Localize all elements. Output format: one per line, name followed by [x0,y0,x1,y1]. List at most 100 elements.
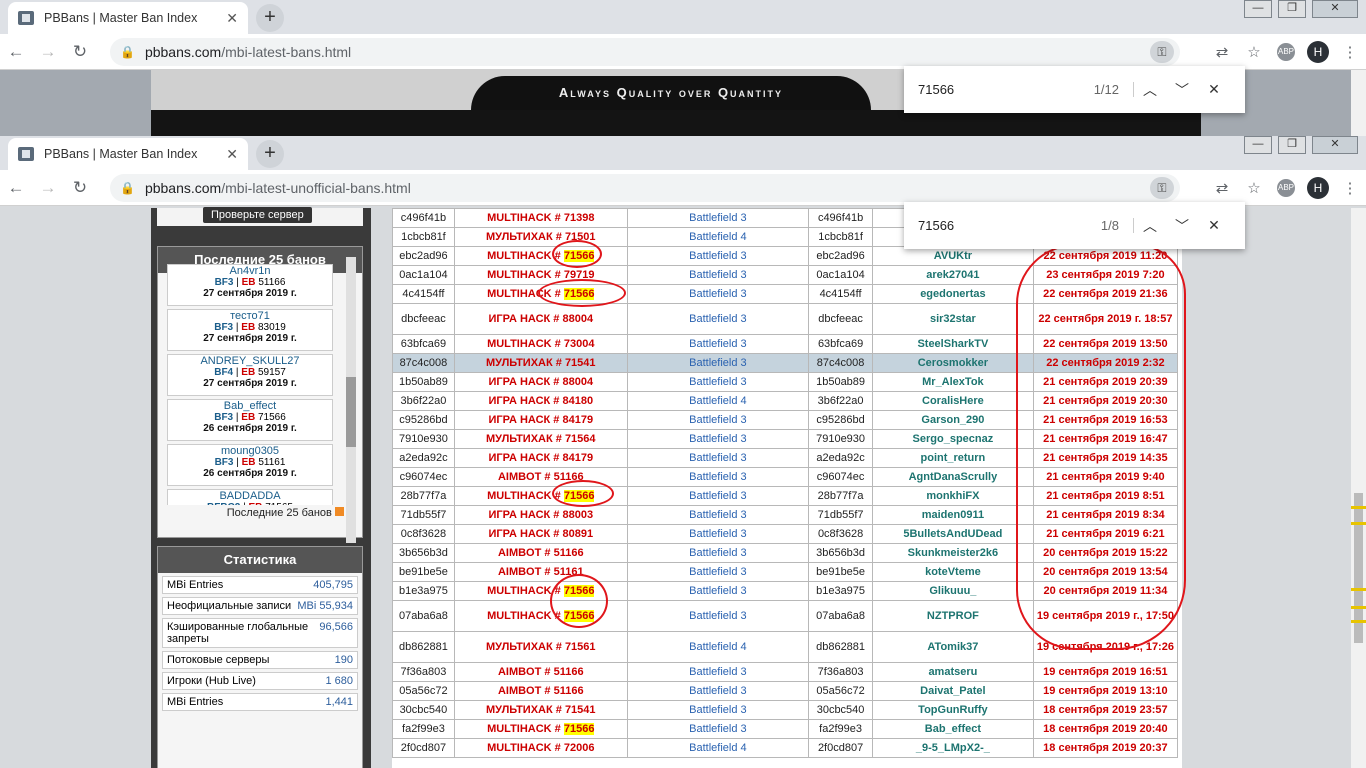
game-cell[interactable]: Battlefield 3 [626,467,810,487]
game-cell[interactable]: Battlefield 3 [626,410,810,430]
find-input[interactable]: 71566 [918,218,1088,233]
player-cell[interactable]: NZTPROF [871,600,1034,632]
game-cell[interactable]: Battlefield 3 [626,429,810,449]
bookmark-star-icon[interactable]: ☆ [1238,43,1270,61]
translate-icon[interactable]: ⇄ [1206,43,1238,61]
game-cell[interactable]: Battlefield 3 [626,662,810,682]
reason-cell[interactable]: ИГРА НАСК # 88004 [453,372,628,392]
find-prev-icon[interactable]: ︿ [1134,216,1166,236]
reload-icon[interactable]: ↻ [64,178,96,198]
find-next-icon[interactable]: ﹀ [1166,80,1198,100]
game-cell[interactable]: Battlefield 4 [626,391,810,411]
reason-cell[interactable]: MULTIHACK # 71566 [453,719,628,739]
recent-bans-link[interactable]: Последние 25 банов [227,507,332,519]
game-cell[interactable]: Battlefield 3 [626,303,810,335]
reason-cell[interactable]: ИГРА НАСК # 88004 [453,303,628,335]
player-cell[interactable]: _9-5_LMpX2-_ [871,738,1034,758]
ban-player-name[interactable]: An4vr1n [168,266,332,277]
find-prev-icon[interactable]: ︿ [1134,80,1166,100]
game-cell[interactable]: Battlefield 4 [626,227,810,247]
close-tab-icon[interactable]: ✕ [226,146,238,163]
reason-cell[interactable]: ИГРА НАСК # 80891 [453,524,628,544]
player-cell[interactable]: monkhiFX [871,486,1034,506]
profile-avatar[interactable]: H [1307,41,1329,63]
player-cell[interactable]: sir32star [871,303,1034,335]
ban-player-name[interactable]: Bab_effect [168,401,332,412]
game-cell[interactable]: Battlefield 3 [626,372,810,392]
game-cell[interactable]: Battlefield 3 [626,246,810,266]
player-cell[interactable]: TopGunRuffy [871,700,1034,720]
new-tab-button[interactable]: + [256,4,284,32]
reason-cell[interactable]: AIMBOT # 51166 [453,543,628,563]
ban-player-name[interactable]: BADDADDA [168,491,332,502]
back-icon[interactable]: ← [0,42,32,62]
player-cell[interactable]: arek27041 [871,265,1034,285]
game-cell[interactable]: Battlefield 3 [626,486,810,506]
table-row[interactable]: 2f0cd807 MULTIHACK # 72006 Battlefield 4 2f… [392,738,1179,758]
maximize-button[interactable]: ❐ [1278,0,1306,18]
ban-player-name[interactable]: тесто71 [168,311,332,322]
player-cell[interactable]: amatseru [871,662,1034,682]
reason-cell[interactable]: AIMBOT # 51166 [453,662,628,682]
reason-cell[interactable]: МУЛЬТИХАК # 71541 [453,353,628,373]
game-cell[interactable]: Battlefield 4 [626,631,810,663]
key-icon[interactable]: ⚿ [1150,177,1174,199]
forward-icon[interactable]: → [32,42,64,62]
find-next-icon[interactable]: ﹀ [1166,216,1198,236]
game-cell[interactable]: Battlefield 3 [626,543,810,563]
check-server-button[interactable]: Проверьте сервер [203,207,312,223]
recent-ban-item[interactable]: An4vr1n BF3 | EB 51166 27 сентября 2019 г. [167,264,333,306]
game-cell[interactable]: Battlefield 3 [626,334,810,354]
ban-player-name[interactable]: ANDREY_SKULL27 [168,356,332,367]
player-cell[interactable]: koteVteme [871,562,1034,582]
reason-cell[interactable]: ИГРА НАСК # 84179 [453,448,628,468]
browser-tab[interactable]: PBBans | Master Ban Index ✕ [8,138,248,170]
player-cell[interactable]: Cerosmokker [871,353,1034,373]
maximize-button[interactable]: ❐ [1278,136,1306,154]
player-cell[interactable]: ATomik37 [871,631,1034,663]
close-tab-icon[interactable]: ✕ [226,10,238,27]
recent-bans-scrollbar[interactable] [346,257,356,543]
reason-cell[interactable]: MULTIHACK # 71398 [453,208,628,228]
reason-cell[interactable]: AIMBOT # 51166 [453,681,628,701]
player-cell[interactable]: maiden0911 [871,505,1034,525]
player-cell[interactable]: AVUKtr [871,246,1034,266]
game-cell[interactable]: Battlefield 3 [626,448,810,468]
table-row[interactable]: 30cbc540 МУЛЬТИХАК # 71541 Battlefield 3 30… [392,700,1179,720]
reason-cell[interactable]: МУЛЬТИХАК # 71564 [453,429,628,449]
table-row[interactable]: fa2f99e3 MULTIHACK # 71566 Battlefield 3 fa… [392,719,1179,739]
reason-cell[interactable]: AIMBOT # 51161 [453,562,628,582]
close-window-button[interactable]: ✕ [1312,136,1358,154]
menu-dots-icon[interactable]: ⋮ [1334,179,1366,197]
recent-ban-item[interactable]: ANDREY_SKULL27 BF4 | EB 59157 27 сентября … [167,354,333,396]
menu-dots-icon[interactable]: ⋮ [1334,43,1366,61]
find-input[interactable]: 71566 [918,82,1088,97]
player-cell[interactable]: Skunkmeister2k6 [871,543,1034,563]
profile-avatar[interactable]: H [1307,177,1329,199]
page-scrollbar[interactable] [1351,208,1366,768]
player-cell[interactable]: Sergo_specnaz [871,429,1034,449]
game-cell[interactable]: Battlefield 3 [626,284,810,304]
find-close-icon[interactable]: ✕ [1198,217,1230,234]
address-bar[interactable]: 🔒 pbbans.com /mbi-latest-unofficial-bans… [110,174,1180,202]
adblock-icon[interactable]: ABP [1277,179,1295,197]
game-cell[interactable]: Battlefield 3 [626,505,810,525]
reason-cell[interactable]: ИГРА НАСК # 84180 [453,391,628,411]
player-cell[interactable]: Daivat_Patel [871,681,1034,701]
player-cell[interactable]: CoralisHere [871,391,1034,411]
adblock-icon[interactable]: ABP [1277,43,1295,61]
key-icon[interactable]: ⚿ [1150,41,1174,63]
bookmark-star-icon[interactable]: ☆ [1238,179,1270,197]
reason-cell[interactable]: MULTIHACK # 73004 [453,334,628,354]
page-scrollbar[interactable] [1351,70,1366,136]
close-window-button[interactable]: ✕ [1312,0,1358,18]
player-cell[interactable]: point_return [871,448,1034,468]
game-cell[interactable]: Battlefield 3 [626,562,810,582]
game-cell[interactable]: Battlefield 3 [626,265,810,285]
forward-icon[interactable]: → [32,178,64,198]
reason-cell[interactable]: МУЛЬТИХАК # 71541 [453,700,628,720]
recent-ban-item[interactable]: тесто71 BF3 | EB 83019 27 сентября 2019 г. [167,309,333,351]
reason-cell[interactable]: МУЛЬТИХАК # 71501 [453,227,628,247]
translate-icon[interactable]: ⇄ [1206,179,1238,197]
address-bar[interactable]: 🔒 pbbans.com /mbi-latest-bans.html ⚿ [110,38,1180,66]
